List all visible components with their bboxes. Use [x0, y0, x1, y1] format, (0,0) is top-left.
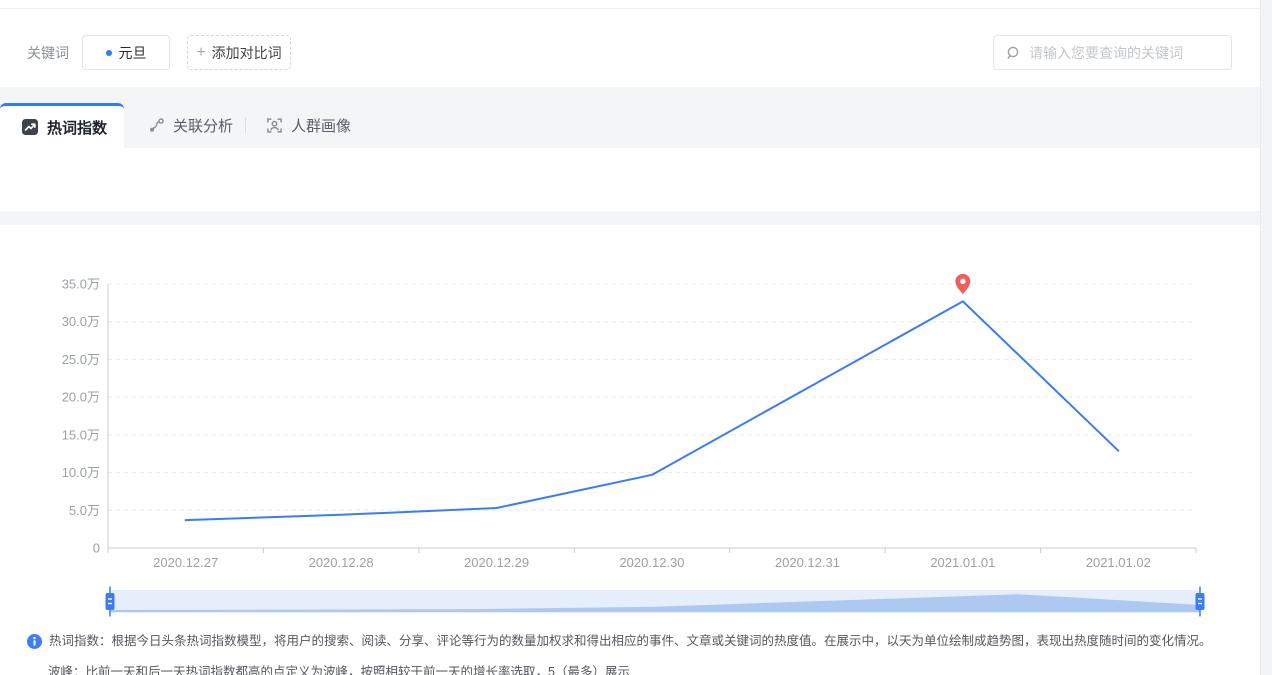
tab-audience-portrait-label: 人群画像 [291, 115, 351, 136]
page-scrollbar[interactable] [1260, 0, 1272, 675]
x-tick-label: 2021.01.01 [930, 555, 995, 570]
peak-pin-marker[interactable] [955, 274, 970, 295]
trend-chart-icon [21, 118, 39, 136]
y-tick-label: 20.0万 [62, 390, 100, 405]
x-tick-label: 2020.12.28 [309, 555, 374, 570]
footnote-peak-definition: 波峰：比前一天和后一天热词指数都高的点定义为波峰，按照相较于前一天的增长率选取，… [27, 664, 1257, 675]
trend-chart-card: 0 5.0万 10.0万 15.0万 20.0万 25.0万 30.0万 35.0万 2020.… [0, 225, 1272, 675]
spacer-band [0, 211, 1272, 225]
tab-relation-analysis-label: 关联分析 [173, 115, 233, 136]
tab-audience-portrait[interactable]: 人群画像 [266, 103, 351, 148]
tab-hot-word-index-label: 热词指数 [47, 117, 107, 138]
y-tick-label: 10.0万 [62, 465, 100, 480]
y-tick-label: 0 [93, 541, 100, 556]
x-tick-label: 2020.12.31 [775, 555, 840, 570]
keyword-chip[interactable]: 元旦 [82, 35, 170, 70]
keyword-label: 关键词 [27, 36, 69, 70]
footnote-text-1: 热词指数：根据今日头条热词指数模型，将用户的搜索、阅读、分享、评论等行为的数量加… [49, 633, 1212, 650]
keyword-chip-label: 元旦 [119, 43, 147, 63]
plus-icon: + [196, 45, 205, 61]
add-compare-word-label: 添加对比词 [212, 43, 282, 63]
chart-footnotes: 热词指数：根据今日头条热词指数模型，将用户的搜索、阅读、分享、评论等行为的数量加… [27, 633, 1257, 675]
x-tick-label: 2020.12.30 [619, 555, 684, 570]
y-tick-label: 30.0万 [62, 314, 100, 329]
y-tick-label: 5.0万 [69, 503, 100, 518]
y-tick-label: 35.0万 [62, 277, 100, 292]
y-tick-label: 15.0万 [62, 427, 100, 442]
header-bar: 关键词 元旦 + 添加对比词 [0, 9, 1272, 87]
trend-chart: 0 5.0万 10.0万 15.0万 20.0万 25.0万 30.0万 35.0万 2020.… [0, 225, 1272, 623]
spacer-band [0, 87, 1272, 103]
add-compare-word-button[interactable]: + 添加对比词 [187, 35, 291, 70]
y-tick-label: 25.0万 [62, 352, 100, 367]
link-flow-icon [148, 117, 165, 134]
person-scan-icon [266, 117, 283, 134]
trend-line [186, 301, 1119, 520]
keyword-color-dot-icon [106, 50, 112, 56]
footnote-index-definition: 热词指数：根据今日头条热词指数模型，将用户的搜索、阅读、分享、评论等行为的数量加… [27, 633, 1257, 654]
x-tick-label: 2021.01.02 [1086, 555, 1151, 570]
tab-divider [245, 118, 246, 133]
x-tick-label: 2020.12.29 [464, 555, 529, 570]
footnote-text-2: 波峰：比前一天和后一天热词指数都高的点定义为波峰，按照相较于前一天的增长率选取，… [48, 664, 630, 675]
tab-hot-word-index[interactable]: 热词指数 [0, 103, 124, 148]
search-icon [1005, 45, 1021, 61]
tab-strip: 热词指数 关联分析 人群画像 [0, 103, 1272, 148]
search-input[interactable] [1029, 45, 1220, 61]
keyword-search-box[interactable] [993, 35, 1232, 70]
info-icon [27, 634, 42, 654]
x-tick-label: 2020.12.27 [153, 555, 218, 570]
filter-row: 元旦 2020-12-27 ~ 2021-01-02 头条 [0, 148, 1272, 211]
tab-relation-analysis[interactable]: 关联分析 [148, 103, 233, 148]
